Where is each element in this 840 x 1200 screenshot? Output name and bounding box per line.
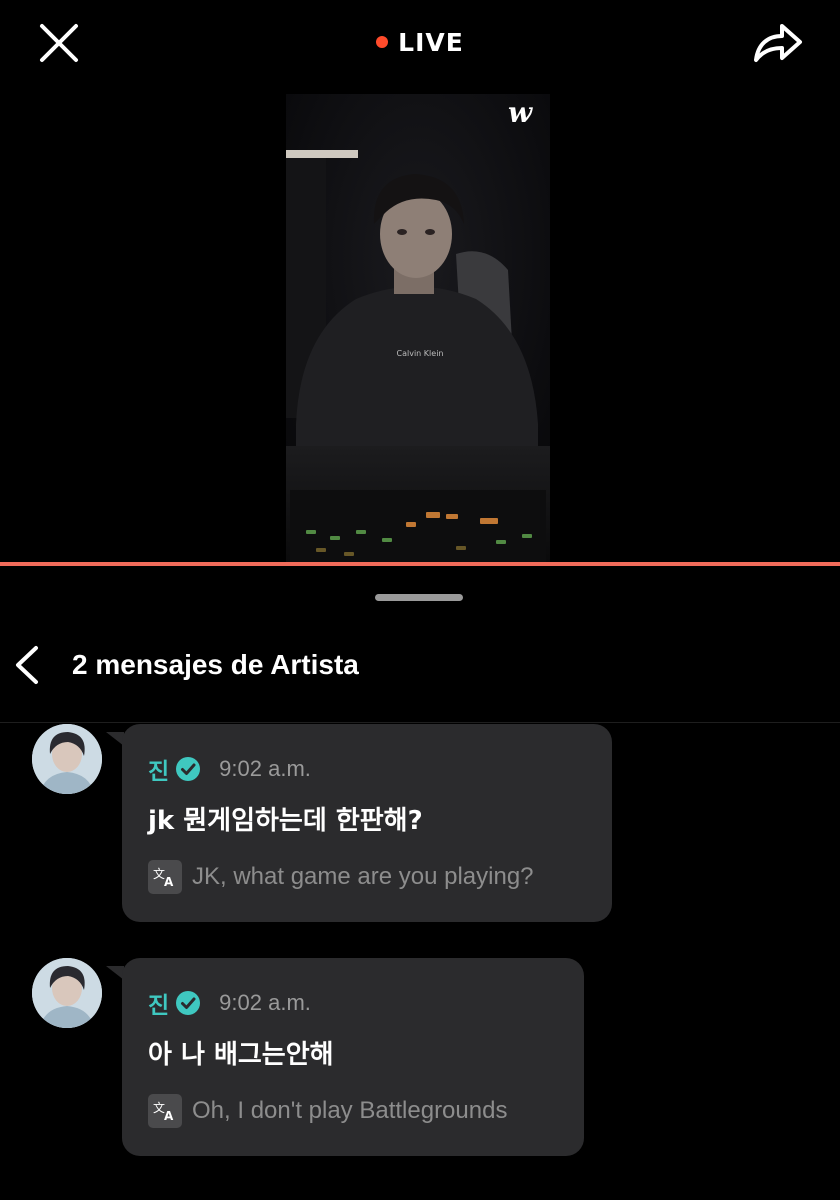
translation-row[interactable]: 文 A Oh, I don't play Battlegrounds [148,1094,507,1128]
chevron-left-icon [16,646,38,684]
live-viewer-screen: LIVE Calvin Klein w 2 mensajes de Artist… [0,0,840,1200]
avatar-image [32,958,102,1028]
progress-fill [0,562,840,566]
live-video[interactable]: Calvin Klein [286,94,550,564]
back-button[interactable] [10,642,50,688]
svg-text:A: A [164,1109,174,1122]
author-name: 진 [148,993,170,1019]
message-bubble[interactable]: 진 9:02 a.m. 아 나 배그는안해 文 A Oh, I don't pl… [122,958,584,1156]
panel-title: 2 mensajes de Artista [72,649,359,680]
live-indicator: LIVE [0,24,840,60]
verified-badge-icon [176,991,201,1015]
weverse-logo: w [508,96,533,129]
message-item: 진 9:02 a.m. 아 나 배그는안해 文 A Oh, I don't pl… [0,958,840,1158]
drag-handle[interactable] [375,594,463,601]
translation-text: JK, what game are you playing? [192,863,534,890]
message-meta: 진 9:02 a.m. [148,754,311,785]
verified-badge-icon [176,757,201,781]
avatar[interactable] [32,958,102,1028]
message-bubble[interactable]: 진 9:02 a.m. jk 뭔게임하는데 한판해? 文 A JK, what … [122,724,612,922]
share-button[interactable] [750,20,804,66]
message-time: 9:02 a.m. [219,990,311,1015]
avatar-image [32,724,102,794]
live-label: LIVE [398,27,464,57]
message-text: jk 뭔게임하는데 한판해? [148,806,423,836]
message-time: 9:02 a.m. [219,756,311,781]
shirt-logo-text: Calvin Klein [397,349,444,358]
translate-icon[interactable]: 文 A [148,1094,182,1128]
translate-icon[interactable]: 文 A [148,860,182,894]
message-meta: 진 9:02 a.m. [148,988,311,1019]
progress-track [0,562,840,566]
translation-text: Oh, I don't play Battlegrounds [192,1097,508,1124]
live-dot-icon [376,36,389,48]
share-icon [754,24,802,62]
message-item: 진 9:02 a.m. jk 뭔게임하는데 한판해? 文 A JK, what … [0,724,840,924]
video-frame: Calvin Klein [286,94,550,564]
translation-row[interactable]: 文 A JK, what game are you playing? [148,860,534,894]
author-name: 진 [148,759,170,785]
svg-text:A: A [164,875,174,888]
divider [0,722,840,723]
message-text: 아 나 배그는안해 [148,1040,334,1070]
avatar[interactable] [32,724,102,794]
